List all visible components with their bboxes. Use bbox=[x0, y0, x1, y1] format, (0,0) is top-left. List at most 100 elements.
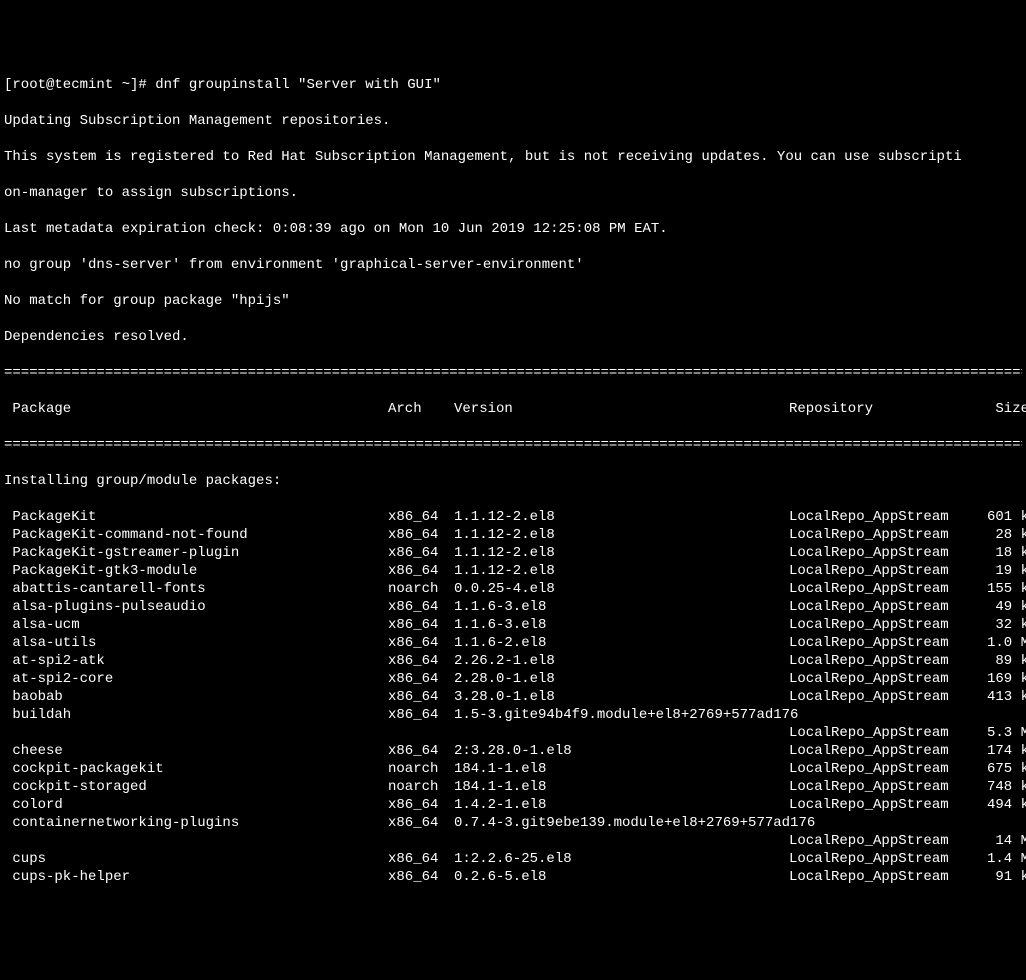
package-name: at-spi2-core bbox=[4, 670, 388, 688]
package-size: 28 k bbox=[974, 526, 1026, 544]
package-arch: x86_64 bbox=[388, 562, 454, 580]
package-size: 155 k bbox=[974, 580, 1026, 598]
package-version: 1.1.12-2.el8 bbox=[454, 526, 789, 544]
package-version: 0.2.6-5.el8 bbox=[454, 868, 789, 886]
package-size: 1.0 M bbox=[974, 634, 1026, 652]
package-repo: LocalRepo_AppStream bbox=[789, 760, 974, 778]
header-repo: Repository bbox=[789, 400, 974, 418]
package-name: PackageKit-command-not-found bbox=[4, 526, 388, 544]
output-line: no group 'dns-server' from environment '… bbox=[4, 256, 1022, 274]
package-arch: x86_64 bbox=[388, 706, 454, 724]
divider-line: ========================================… bbox=[4, 436, 1022, 454]
header-package: Package bbox=[4, 400, 388, 418]
package-name: alsa-ucm bbox=[4, 616, 388, 634]
table-row: buildahx86_641.5-3.gite94b4f9.module+el8… bbox=[4, 706, 1022, 724]
package-size: 169 k bbox=[974, 670, 1026, 688]
table-row: PackageKit-gtk3-modulex86_641.1.12-2.el8… bbox=[4, 562, 1022, 580]
package-name: abattis-cantarell-fonts bbox=[4, 580, 388, 598]
table-row: cheesex86_642:3.28.0-1.el8LocalRepo_AppS… bbox=[4, 742, 1022, 760]
package-name: PackageKit bbox=[4, 508, 388, 526]
package-name: at-spi2-atk bbox=[4, 652, 388, 670]
table-row: alsa-plugins-pulseaudiox86_641.1.6-3.el8… bbox=[4, 598, 1022, 616]
package-repo: LocalRepo_AppStream bbox=[789, 616, 974, 634]
package-name bbox=[4, 724, 388, 742]
package-repo: LocalRepo_AppStream bbox=[789, 796, 974, 814]
package-repo: LocalRepo_AppStream bbox=[789, 598, 974, 616]
package-repo: LocalRepo_AppStream bbox=[789, 526, 974, 544]
package-arch: x86_64 bbox=[388, 850, 454, 868]
package-list: PackageKitx86_641.1.12-2.el8LocalRepo_Ap… bbox=[4, 508, 1022, 886]
table-row: LocalRepo_AppStream 14 M bbox=[4, 832, 1022, 850]
package-version: 1.1.12-2.el8 bbox=[454, 508, 789, 526]
package-arch: x86_64 bbox=[388, 616, 454, 634]
table-row: cups-pk-helperx86_640.2.6-5.el8LocalRepo… bbox=[4, 868, 1022, 886]
package-version: 0.7.4-3.git9ebe139.module+el8+2769+577ad… bbox=[454, 814, 789, 832]
package-version: 1:2.2.6-25.el8 bbox=[454, 850, 789, 868]
package-size: 174 k bbox=[974, 742, 1026, 760]
table-row: LocalRepo_AppStream5.3 M bbox=[4, 724, 1022, 742]
package-version: 1.1.6-3.el8 bbox=[454, 616, 789, 634]
package-name: containernetworking-plugins bbox=[4, 814, 388, 832]
prompt-prefix: [root@tecmint ~]# bbox=[4, 77, 155, 93]
package-version: 1.1.6-3.el8 bbox=[454, 598, 789, 616]
package-arch: noarch bbox=[388, 580, 454, 598]
package-size: 1.4 M bbox=[974, 850, 1026, 868]
package-size bbox=[974, 706, 1026, 724]
package-size: 91 k bbox=[974, 868, 1026, 886]
package-size: 601 k bbox=[974, 508, 1026, 526]
output-line: Dependencies resolved. bbox=[4, 328, 1022, 346]
output-line: Updating Subscription Management reposit… bbox=[4, 112, 1022, 130]
package-size: 675 k bbox=[974, 760, 1026, 778]
package-arch: noarch bbox=[388, 778, 454, 796]
output-line: on-manager to assign subscriptions. bbox=[4, 184, 1022, 202]
package-arch: x86_64 bbox=[388, 814, 454, 832]
table-row: colordx86_641.4.2-1.el8LocalRepo_AppStre… bbox=[4, 796, 1022, 814]
package-name: cockpit-packagekit bbox=[4, 760, 388, 778]
package-repo bbox=[789, 814, 974, 832]
package-version bbox=[454, 724, 789, 742]
package-size: 5.3 M bbox=[974, 724, 1026, 742]
package-version: 1.4.2-1.el8 bbox=[454, 796, 789, 814]
package-name: cockpit-storaged bbox=[4, 778, 388, 796]
package-repo: LocalRepo_AppStream bbox=[789, 850, 974, 868]
header-arch: Arch bbox=[388, 400, 454, 418]
package-repo: LocalRepo_AppStream bbox=[789, 688, 974, 706]
header-size: Size bbox=[974, 400, 1026, 418]
package-version: 1.1.12-2.el8 bbox=[454, 544, 789, 562]
package-version: 184.1-1.el8 bbox=[454, 760, 789, 778]
output-line: This system is registered to Red Hat Sub… bbox=[4, 148, 1022, 166]
package-version: 2.26.2-1.el8 bbox=[454, 652, 789, 670]
package-arch: x86_64 bbox=[388, 688, 454, 706]
divider-line: ========================================… bbox=[4, 364, 1022, 382]
package-name: buildah bbox=[4, 706, 388, 724]
table-row: PackageKitx86_641.1.12-2.el8LocalRepo_Ap… bbox=[4, 508, 1022, 526]
package-name: cups-pk-helper bbox=[4, 868, 388, 886]
package-name: colord bbox=[4, 796, 388, 814]
package-arch: x86_64 bbox=[388, 742, 454, 760]
table-row: PackageKit-gstreamer-pluginx86_641.1.12-… bbox=[4, 544, 1022, 562]
package-arch: x86_64 bbox=[388, 868, 454, 886]
package-repo: LocalRepo_AppStream bbox=[789, 742, 974, 760]
table-row: cupsx86_641:2.2.6-25.el8LocalRepo_AppStr… bbox=[4, 850, 1022, 868]
package-size: 89 k bbox=[974, 652, 1026, 670]
package-version: 3.28.0-1.el8 bbox=[454, 688, 789, 706]
package-name: baobab bbox=[4, 688, 388, 706]
table-row: cockpit-packagekitnoarch184.1-1.el8Local… bbox=[4, 760, 1022, 778]
package-version: 1.1.6-2.el8 bbox=[454, 634, 789, 652]
package-size bbox=[974, 814, 1026, 832]
package-size: 14 M bbox=[974, 832, 1026, 850]
package-arch: x86_64 bbox=[388, 544, 454, 562]
package-arch: x86_64 bbox=[388, 796, 454, 814]
package-arch: noarch bbox=[388, 760, 454, 778]
table-row: containernetworking-pluginsx86_640.7.4-3… bbox=[4, 814, 1022, 832]
command-prompt[interactable]: [root@tecmint ~]# dnf groupinstall "Serv… bbox=[4, 76, 1022, 94]
table-row: alsa-ucmx86_641.1.6-3.el8LocalRepo_AppSt… bbox=[4, 616, 1022, 634]
package-size: 413 k bbox=[974, 688, 1026, 706]
package-name: alsa-plugins-pulseaudio bbox=[4, 598, 388, 616]
package-name: PackageKit-gstreamer-plugin bbox=[4, 544, 388, 562]
section-header: Installing group/module packages: bbox=[4, 472, 1022, 490]
table-row: at-spi2-corex86_642.28.0-1.el8LocalRepo_… bbox=[4, 670, 1022, 688]
package-size: 49 k bbox=[974, 598, 1026, 616]
package-repo: LocalRepo_AppStream bbox=[789, 544, 974, 562]
package-repo: LocalRepo_AppStream bbox=[789, 652, 974, 670]
